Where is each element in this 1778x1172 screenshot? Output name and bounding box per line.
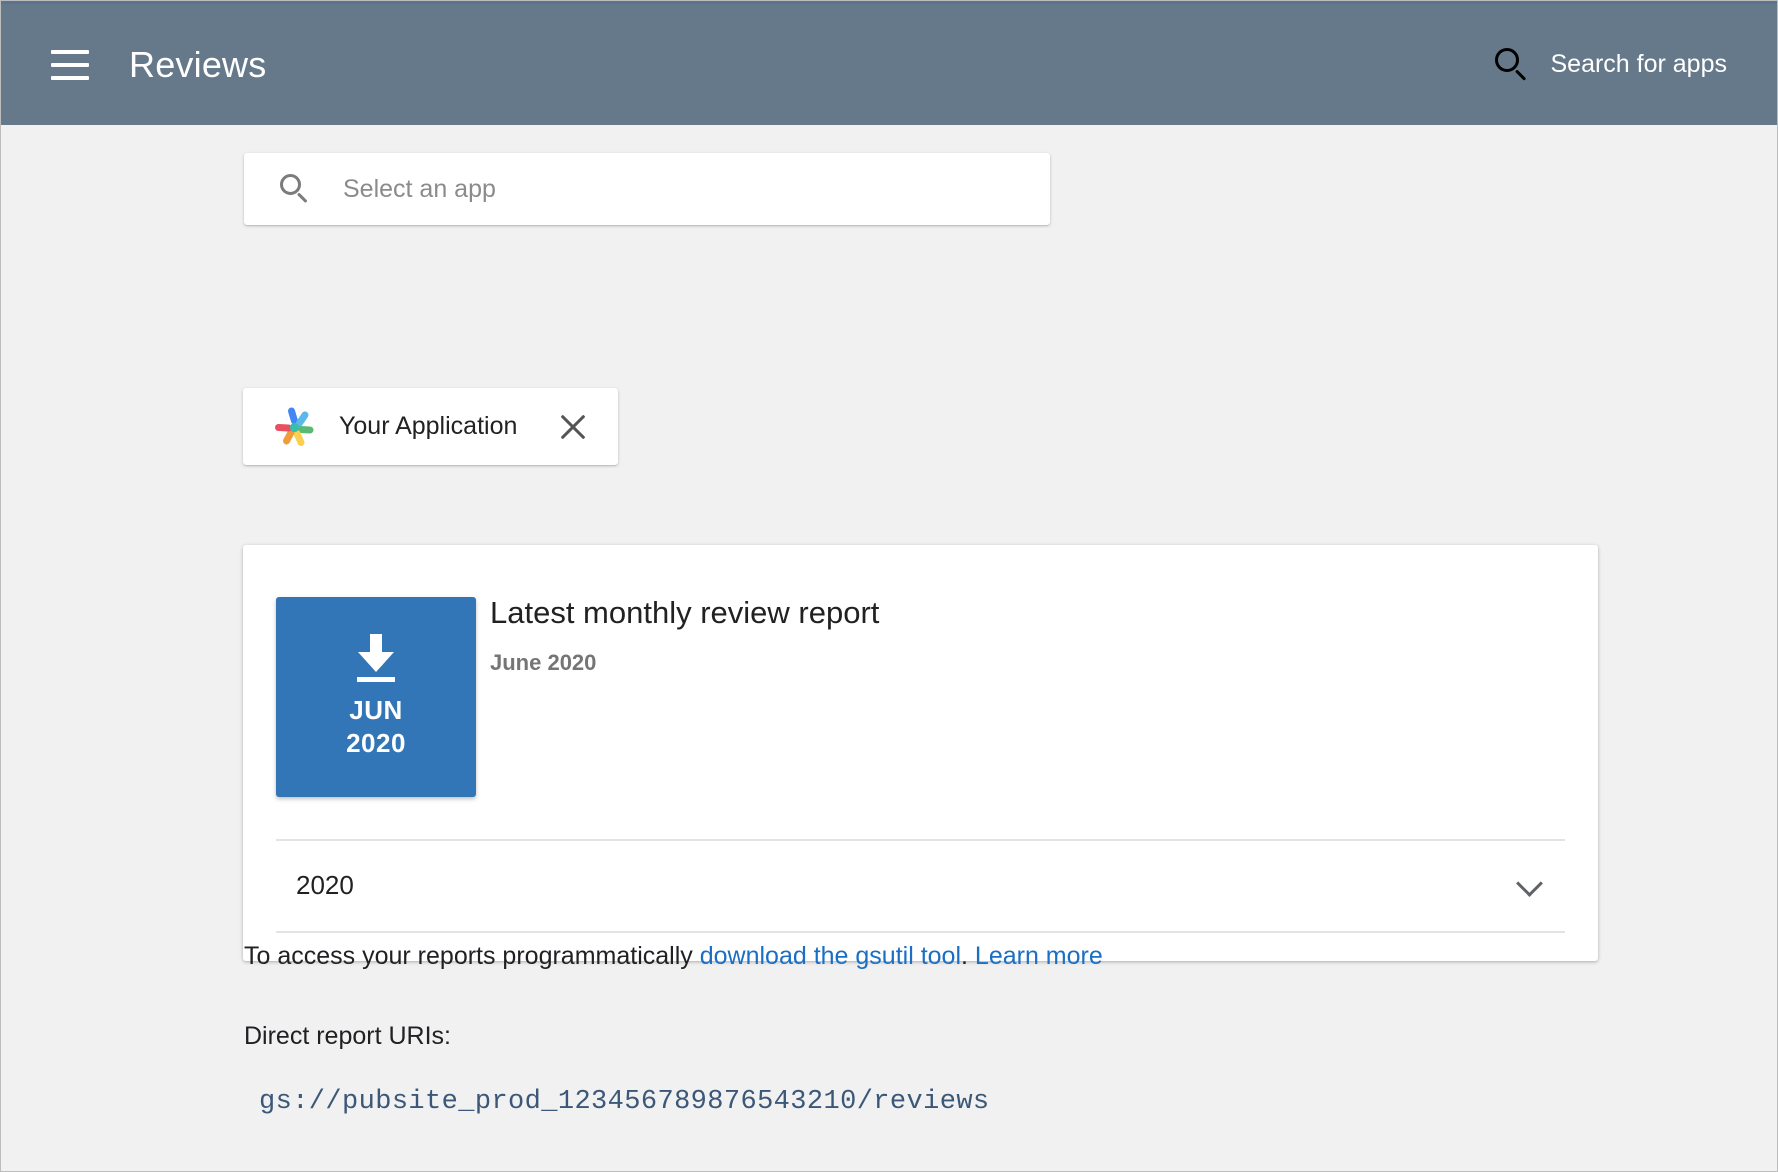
learn-more-link[interactable]: Learn more xyxy=(975,942,1103,970)
hamburger-line xyxy=(51,49,89,54)
app-window: Reviews Search for apps Select an app Yo… xyxy=(0,0,1778,1172)
download-report-tile[interactable]: JUN 2020 xyxy=(276,597,476,797)
report-title: Latest monthly review report xyxy=(490,595,880,630)
download-tile-month: JUN xyxy=(349,694,403,725)
year-accordion-row[interactable]: 2020 xyxy=(276,839,1565,931)
latest-report-card: JUN 2020 Latest monthly review report Ju… xyxy=(243,545,1598,961)
report-subtitle: June 2020 xyxy=(490,650,597,675)
search-icon xyxy=(280,174,310,204)
uri-scheme-prefix: gs:// xyxy=(259,1087,343,1117)
gsutil-middle-text: . xyxy=(961,942,975,970)
search-for-apps-button[interactable]: Search for apps xyxy=(1494,47,1728,82)
app-pinwheel-logo-icon xyxy=(271,403,319,451)
download-gsutil-tool-link[interactable]: download the gsutil tool xyxy=(700,942,961,970)
main-content: Select an app Your Application JUN 2020 … xyxy=(1,125,1777,1171)
selected-app-chip[interactable]: Your Application xyxy=(243,388,618,465)
gsutil-prefix-text: To access your reports programmatically xyxy=(244,942,700,970)
chevron-down-icon[interactable] xyxy=(1517,872,1543,898)
select-app-input[interactable]: Select an app xyxy=(244,153,1050,225)
download-icon xyxy=(355,633,397,682)
gsutil-paragraph: To access your reports programmatically … xyxy=(244,942,1103,971)
hamburger-menu-icon[interactable] xyxy=(51,49,89,80)
uri-bucket-path: pubsite_prod_123456789876543210/reviews xyxy=(342,1087,990,1117)
direct-report-uri-value[interactable]: gs://pubsite_prod_123456789876543210/rev… xyxy=(259,1087,990,1117)
direct-report-uris-label: Direct report URIs: xyxy=(244,1022,451,1050)
search-for-apps-label: Search for apps xyxy=(1550,50,1728,78)
year-label: 2020 xyxy=(296,869,354,900)
top-app-bar: Reviews Search for apps xyxy=(1,1,1777,125)
select-app-placeholder: Select an app xyxy=(343,174,496,203)
selected-app-label: Your Application xyxy=(339,412,518,440)
search-icon xyxy=(1494,47,1529,82)
close-icon[interactable] xyxy=(556,410,590,444)
hamburger-line xyxy=(51,62,89,67)
card-divider xyxy=(276,931,1565,933)
page-title: Reviews xyxy=(129,43,267,85)
hamburger-line xyxy=(51,75,89,80)
download-tile-year: 2020 xyxy=(346,728,406,758)
